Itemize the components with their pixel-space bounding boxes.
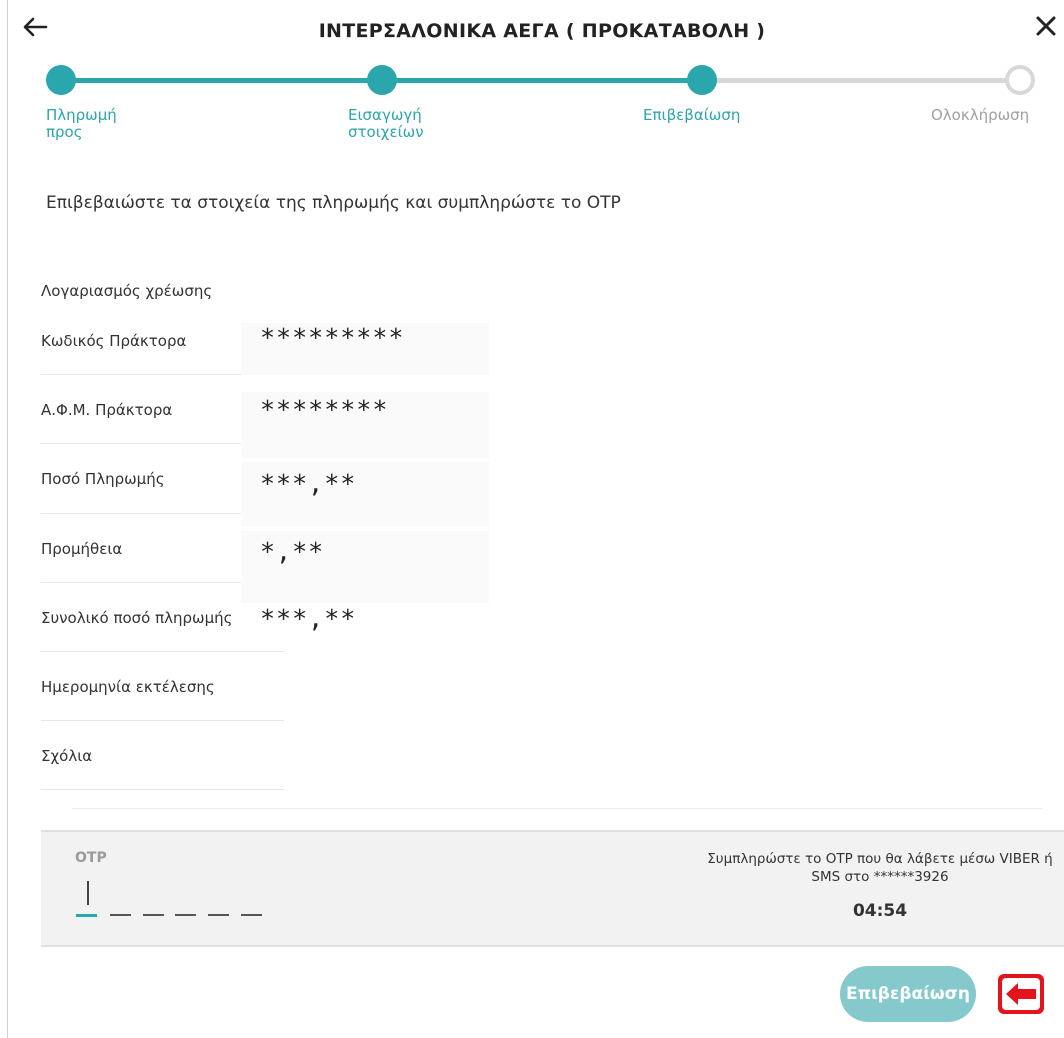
close-icon[interactable] <box>1034 14 1058 38</box>
instruction-text: Επιβεβαιώστε τα στοιχεία της πληρωμής κα… <box>46 193 621 213</box>
confirm-button[interactable]: Επιβεβαίωση <box>840 966 976 1022</box>
step-dot-confirmation <box>687 65 717 95</box>
otp-digit-slot[interactable] <box>175 914 196 916</box>
label-agent-code: Κωδικός Πράκτορα <box>41 332 187 350</box>
row-divider <box>41 720 284 721</box>
value-agent-tax-id: ******** <box>260 395 389 424</box>
row-divider <box>41 443 241 444</box>
label-comments: Σχόλια <box>41 747 93 765</box>
row-divider <box>41 513 241 514</box>
otp-countdown-timer: 04:54 <box>852 901 908 921</box>
stepper-progress-remaining <box>702 78 1020 83</box>
step-label-completion: Ολοκλήρωση <box>931 106 1030 124</box>
label-agent-tax-id: Α.Φ.Μ. Πράκτορα <box>41 401 173 419</box>
value-agent-code: ********* <box>260 323 405 352</box>
otp-digit-slot[interactable] <box>76 914 97 917</box>
row-divider <box>41 651 284 652</box>
row-divider <box>41 789 284 790</box>
step-label-payee: Πληρωμή προς <box>46 107 117 141</box>
page-title: ΙΝΤΕΡΣΑΛΟΝΙΚΑ ΑΕΓΑ ( ΠΡΟΚΑΤΑΒΟΛΗ ) <box>318 20 766 42</box>
step-dot-payee <box>46 65 76 95</box>
value-payment-amount: ***,** <box>260 469 357 498</box>
step-label-line: στοιχείων <box>348 123 424 141</box>
otp-digit-slot[interactable] <box>143 914 164 916</box>
label-debit-account: Λογαριασμός χρέωσης <box>41 282 213 300</box>
otp-text-cursor <box>87 881 89 905</box>
label-execution-date: Ημερομηνία εκτέλεσης <box>41 678 215 696</box>
step-label-line: προς <box>46 123 83 141</box>
step-label-entry: Εισαγωγή στοιχείων <box>348 107 424 141</box>
row-divider <box>41 582 241 583</box>
step-label-line: Πληρωμή <box>46 106 117 124</box>
otp-help-line: Συμπληρώστε το OTP που θα λάβετε μέσω VI… <box>707 851 1053 867</box>
label-total-amount: Συνολικό ποσό πληρωμής <box>41 609 233 627</box>
step-label-line: Εισαγωγή <box>348 106 422 124</box>
section-divider <box>72 808 1042 809</box>
otp-panel <box>41 830 1064 947</box>
step-dot-entry <box>367 65 397 95</box>
otp-help-text: Συμπληρώστε το OTP που θα λάβετε μέσω VI… <box>700 850 1060 886</box>
value-commission: *,** <box>260 537 325 566</box>
value-total-amount: ***,** <box>260 604 357 633</box>
label-payment-amount: Ποσό Πληρωμής <box>41 470 165 488</box>
otp-label: OTP <box>75 850 107 866</box>
row-divider <box>41 374 241 375</box>
otp-digit-slot[interactable] <box>110 914 131 916</box>
red-arrow-left-icon[interactable] <box>998 974 1044 1014</box>
window-border <box>7 0 8 1038</box>
otp-digit-slot[interactable] <box>208 914 229 916</box>
label-commission: Προμήθεια <box>41 540 123 558</box>
otp-digit-slot[interactable] <box>241 914 262 916</box>
step-label-confirmation: Επιβεβαίωση <box>643 106 741 124</box>
otp-help-line: SMS στο ******3926 <box>811 869 949 885</box>
step-dot-completion <box>1005 65 1035 95</box>
